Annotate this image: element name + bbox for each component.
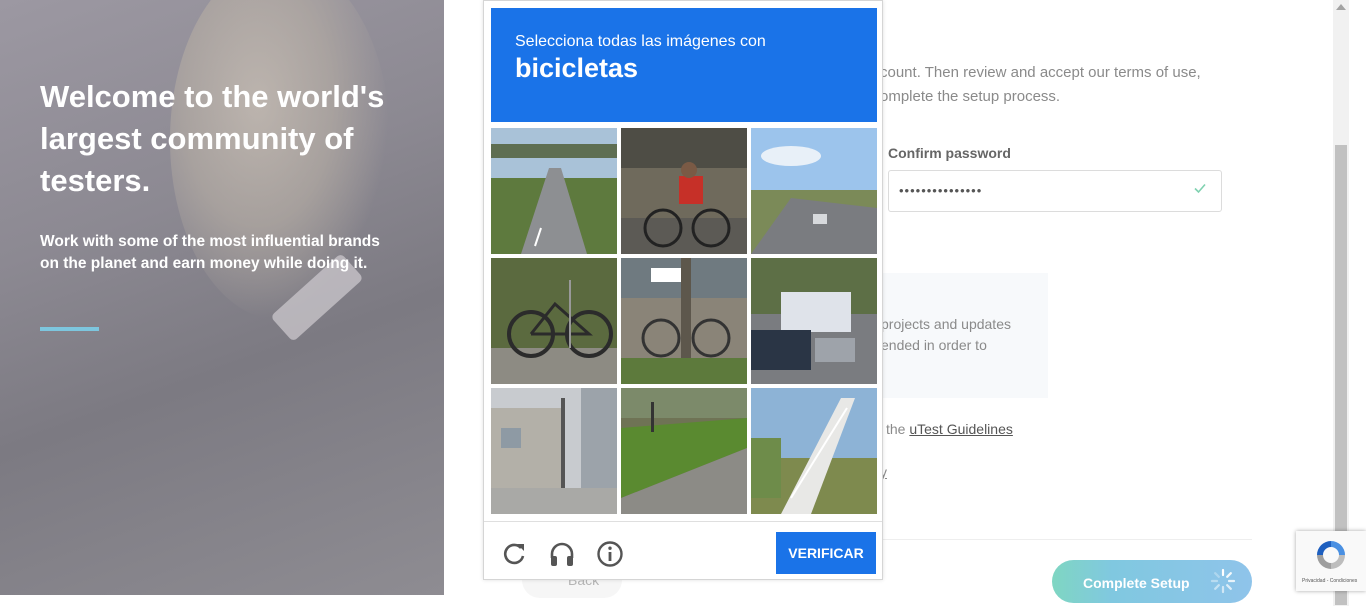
captcha-header: Selecciona todas las imágenes con bicicl… xyxy=(491,8,877,122)
audio-icon[interactable] xyxy=(548,540,576,568)
captcha-tile-4[interactable] xyxy=(491,258,617,384)
scroll-up-icon[interactable] xyxy=(1336,4,1346,10)
recaptcha-logo-icon xyxy=(1317,541,1345,569)
captcha-tile-9[interactable] xyxy=(751,388,877,514)
confirm-password-value: ••••••••••••••• xyxy=(899,183,983,198)
info-box: projects and updates ended in order to xyxy=(878,273,1048,398)
guidelines-text: the uTest Guidelines xyxy=(886,421,1013,437)
hero-accent-rule xyxy=(40,327,99,331)
reload-icon[interactable] xyxy=(500,540,528,568)
captcha-tile-3[interactable] xyxy=(751,128,877,254)
recaptcha-badge[interactable]: Privacidad - Condiciones xyxy=(1296,531,1366,591)
guidelines-link[interactable]: uTest Guidelines xyxy=(909,421,1013,437)
hero-subtitle: Work with some of the most influential b… xyxy=(40,233,380,272)
captcha-dialog: Selecciona todas las imágenes con bicicl… xyxy=(483,0,883,580)
complete-setup-label: Complete Setup xyxy=(1083,575,1190,591)
captcha-tile-7[interactable] xyxy=(491,388,617,514)
confirm-password-label: Confirm password xyxy=(888,145,1011,161)
captcha-tile-8[interactable] xyxy=(621,388,747,514)
confirm-password-field[interactable]: ••••••••••••••• xyxy=(888,170,1222,212)
info-icon[interactable] xyxy=(596,540,624,568)
guidelines-prefix: the xyxy=(886,421,906,437)
verify-button[interactable]: VERIFICAR xyxy=(776,532,876,574)
form-intro-line-2: omplete the setup process. xyxy=(880,88,1061,105)
complete-setup-button[interactable]: Complete Setup xyxy=(1052,560,1252,603)
captcha-tile-5[interactable] xyxy=(621,258,747,384)
captcha-tile-6[interactable] xyxy=(751,258,877,384)
captcha-target: bicicletas xyxy=(515,53,639,83)
captcha-tile-1[interactable] xyxy=(491,128,617,254)
info-line-1: projects and updates xyxy=(881,316,1011,332)
captcha-tile-2[interactable] xyxy=(621,128,747,254)
form-divider xyxy=(878,539,1252,540)
hero-panel: Welcome to the world's largest community… xyxy=(0,0,444,595)
recaptcha-footer[interactable]: Privacidad - Condiciones xyxy=(1302,578,1357,584)
form-intro-line-1: count. Then review and accept our terms … xyxy=(880,64,1201,81)
check-icon xyxy=(1194,183,1206,194)
hero-title: Welcome to the world's largest community… xyxy=(40,79,385,198)
info-line-2: ended in order to xyxy=(881,337,987,353)
captcha-footer: VERIFICAR xyxy=(484,521,882,580)
loading-spinner-icon xyxy=(1210,568,1236,594)
captcha-instruction: Selecciona todas las imágenes con xyxy=(515,33,766,50)
